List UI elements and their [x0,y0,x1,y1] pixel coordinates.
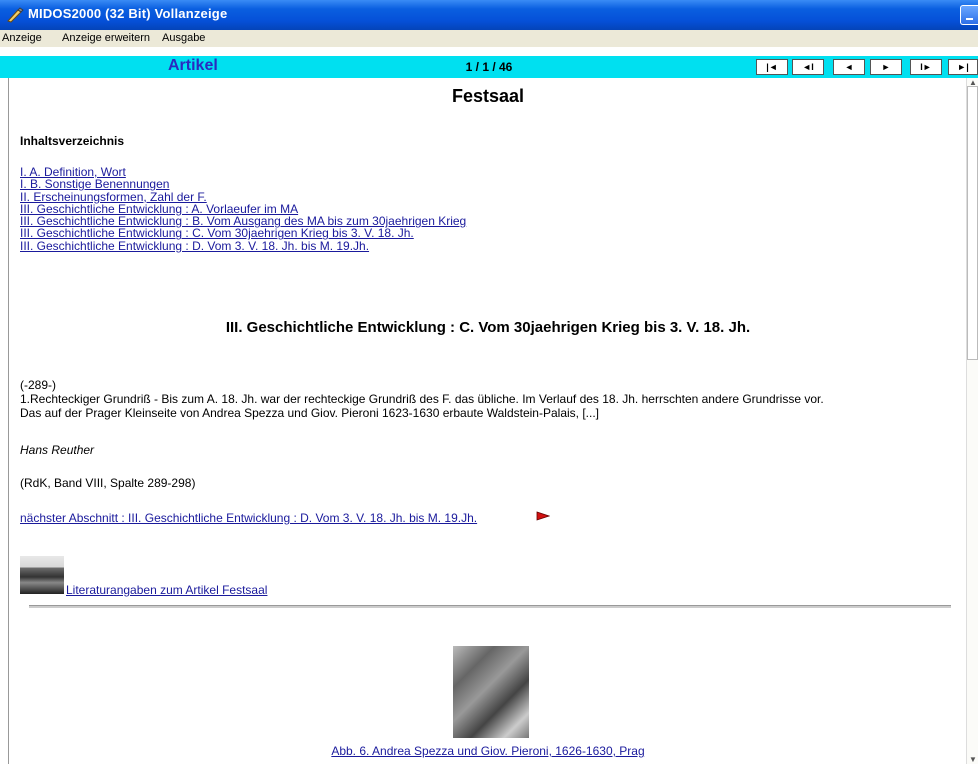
toc-link[interactable]: III. Geschichtliche Entwicklung : C. Vom… [20,227,466,240]
article-title: Festsaal [451,86,525,106]
figure-image[interactable] [453,646,529,738]
pen-icon [7,7,24,23]
figure-caption-wrap: Abb. 6. Andrea Spezza und Giov. Pieroni,… [9,742,967,760]
section-heading: III. Geschichtliche Entwicklung : C. Vom… [225,319,751,336]
toc-heading: Inhaltsverzeichnis [20,134,125,148]
divider [29,605,951,608]
record-position: 1 / 1 / 46 [465,60,513,74]
toc-link[interactable]: I. B. Sonstige Benennungen [20,178,466,191]
scroll-thumb[interactable] [967,86,978,360]
previous-record-button[interactable]: ◄ [833,59,865,75]
next-block-button[interactable]: I► [910,59,942,75]
red-arrow-icon[interactable] [536,511,550,521]
vertical-scrollbar[interactable]: ▲ ▼ [966,78,978,764]
author: Hans Reuther [20,443,95,457]
first-record-button[interactable]: |◄ [756,59,788,75]
section-label: Artikel [168,57,218,74]
article-text: (-289-) 1.Rechteckiger Grundriß - Bis zu… [20,378,950,420]
window-title: MIDOS2000 (32 Bit) Vollanzeige [28,6,228,21]
previous-block-button[interactable]: ◄I [792,59,824,75]
article-content[interactable]: Festsaal Inhaltsverzeichnis I. A. Defini… [8,78,967,764]
next-record-button[interactable]: ► [870,59,902,75]
last-record-button[interactable]: ►| [948,59,978,75]
navigation-bar: Artikel 1 / 1 / 46 |◄ ◄I ◄ ► I► ►| [0,56,978,78]
menu-anzeige-erweitern[interactable]: Anzeige erweitern [62,32,150,44]
next-section-link[interactable]: nächster Abschnitt : III. Geschichtliche… [20,511,477,525]
literature-link[interactable]: Literaturangaben zum Artikel Festsaal [66,583,267,597]
menu-bar: Anzeige Anzeige erweitern Ausgabe [0,30,978,47]
table-of-contents: I. A. Definition, Wort I. B. Sonstige Be… [20,166,466,252]
scroll-down-icon[interactable]: ▼ [969,755,977,764]
paragraph-line: Das auf der Prager Kleinseite von Andrea… [20,406,599,420]
toc-link[interactable]: III. Geschichtliche Entwicklung : D. Vom… [20,239,466,252]
title-bar: MIDOS2000 (32 Bit) Vollanzeige [0,0,978,30]
page-reference: (-289-) [20,378,57,392]
literature-thumbnail[interactable] [20,556,64,594]
menu-ausgabe[interactable]: Ausgabe [162,32,205,44]
source-reference: (RdK, Band VIII, Spalte 289-298) [20,476,196,490]
minimize-button[interactable] [960,5,978,25]
paragraph-line: 1.Rechteckiger Grundriß - Bis zum A. 18.… [20,392,824,406]
menu-anzeige[interactable]: Anzeige [2,32,42,44]
figure-caption-link[interactable]: Abb. 6. Andrea Spezza und Giov. Pieroni,… [331,744,644,758]
